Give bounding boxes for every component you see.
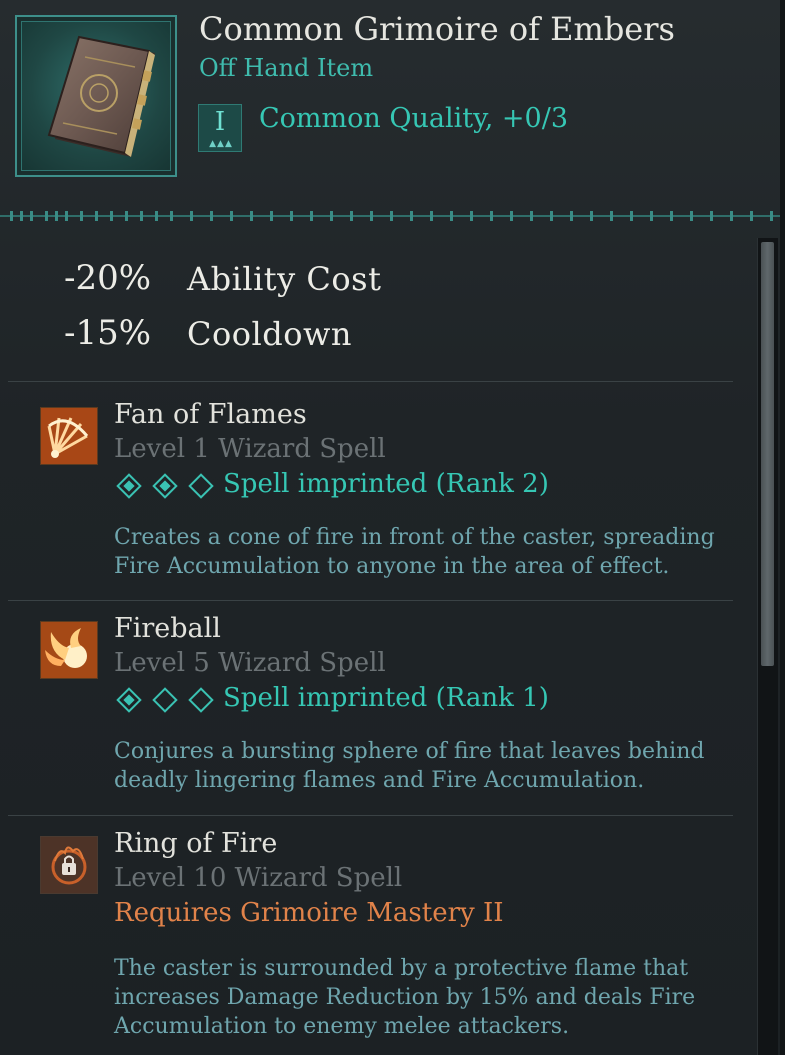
- stat-row-cooldown: -15% Cooldown: [0, 313, 740, 361]
- stat-row-ability-cost: -20% Ability Cost: [0, 258, 740, 306]
- item-tooltip-panel: Common Grimoire of Embers Off Hand Item …: [0, 0, 785, 1055]
- panel-edge: [780, 0, 785, 1055]
- spell-description-line: Accumulation to enemy melee attackers.: [114, 1014, 570, 1039]
- stat-value: -20%: [64, 258, 152, 298]
- spell-name: Ring of Fire: [114, 828, 278, 859]
- rank-diamond-filled-icon: [116, 473, 142, 499]
- spell-description: The caster is surrounded by a protective…: [114, 954, 724, 1041]
- spell-level: Level 1 Wizard Spell: [114, 434, 386, 464]
- item-type: Off Hand Item: [199, 54, 374, 82]
- spell-divider: [8, 600, 733, 601]
- item-title: Common Grimoire of Embers: [199, 10, 675, 48]
- spell-rank-text: Spell imprinted (Rank 2): [223, 469, 549, 499]
- spell-level: Level 5 Wizard Spell: [114, 648, 386, 678]
- spell-description-line: deadly lingering flames and Fire Accumul…: [114, 768, 645, 793]
- quality-numeral: I: [214, 107, 226, 137]
- rank-diamond-filled-icon: [152, 473, 178, 499]
- quality-badge: I ▲▲▲: [198, 104, 242, 152]
- rank-diamond-empty-icon: [188, 687, 214, 713]
- rank-diamond-empty-icon: [188, 473, 214, 499]
- grimoire-book-icon: [15, 15, 177, 177]
- locked-ring-of-fire-icon: [40, 836, 98, 894]
- spell-description-line: Creates a cone of fire in front of the c…: [114, 525, 715, 550]
- spell-requirement: Requires Grimoire Mastery II: [114, 898, 504, 928]
- spell-description: Creates a cone of fire in front of the c…: [114, 523, 724, 581]
- rank-diamond-filled-icon: [116, 687, 142, 713]
- header-divider: [0, 211, 785, 221]
- fireball-icon: [40, 621, 98, 679]
- scrollbar-thumb[interactable]: [761, 242, 774, 666]
- stats-divider: [8, 381, 733, 382]
- scrollbar[interactable]: [757, 238, 778, 1055]
- quality-text: Common Quality, +0/3: [259, 103, 568, 134]
- spell-rank-text: Spell imprinted (Rank 1): [223, 683, 549, 713]
- item-header: Common Grimoire of Embers Off Hand Item …: [0, 0, 785, 205]
- spell-description-line: increases Damage Reduction by 15% and de…: [114, 985, 696, 1010]
- spell-description-line: Conjures a bursting sphere of fire that …: [114, 739, 705, 764]
- fan-of-flames-icon: [40, 407, 98, 465]
- stat-label: Ability Cost: [187, 260, 382, 298]
- quality-pips-icon: ▲▲▲: [209, 139, 233, 149]
- spell-level: Level 10 Wizard Spell: [114, 863, 403, 893]
- stat-label: Cooldown: [187, 315, 352, 353]
- rank-diamond-empty-icon: [152, 687, 178, 713]
- spell-divider: [8, 815, 733, 816]
- spell-name: Fan of Flames: [114, 399, 307, 430]
- spell-description-line: Fire Accumulation to anyone in the area …: [114, 554, 670, 579]
- spell-rank-row: Spell imprinted (Rank 2): [113, 469, 549, 505]
- spell-description-line: The caster is surrounded by a protective…: [114, 956, 689, 981]
- spell-name: Fireball: [114, 613, 221, 644]
- spell-description: Conjures a bursting sphere of fire that …: [114, 737, 724, 795]
- spell-rank-row: Spell imprinted (Rank 1): [113, 683, 549, 719]
- stat-value: -15%: [64, 313, 152, 353]
